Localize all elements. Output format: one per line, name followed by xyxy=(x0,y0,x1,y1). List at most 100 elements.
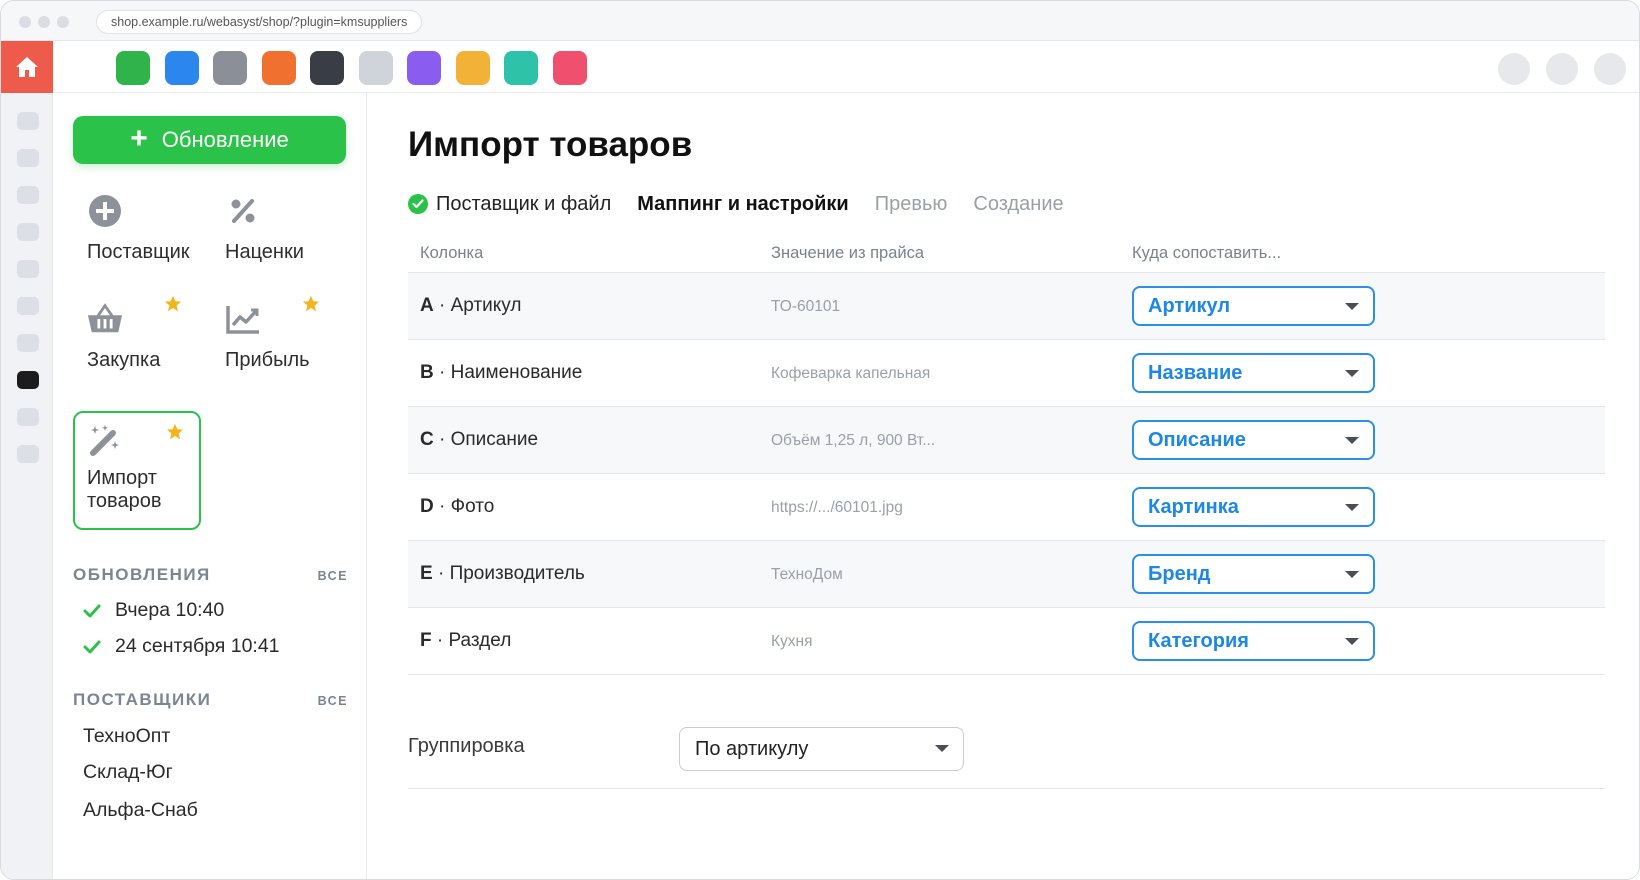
page-title: Импорт товаров xyxy=(408,125,693,164)
step-label: Поставщик и файл xyxy=(436,192,612,215)
tool-purchase[interactable]: Закупка xyxy=(73,301,201,381)
left-rail xyxy=(1,93,53,879)
header-target: Куда сопоставить... xyxy=(1132,244,1282,262)
tool-label: Прибыль xyxy=(225,349,310,371)
notifications-avatar[interactable] xyxy=(1498,53,1530,85)
chevron-down-icon xyxy=(935,745,949,752)
chevron-down-icon xyxy=(1345,504,1359,511)
update-button[interactable]: + Обновление xyxy=(73,116,346,164)
divider xyxy=(408,788,1605,789)
price-value: Объём 1,25 л, 900 Вт... xyxy=(771,432,936,449)
rail-item[interactable] xyxy=(17,334,39,352)
mapping-row: D · Фото https://.../60101.jpg Картинка xyxy=(408,474,1605,541)
column-name: D · Фото xyxy=(420,496,495,517)
target-field-select[interactable]: Бренд xyxy=(1132,554,1375,594)
window-zoom-dot[interactable] xyxy=(57,16,69,28)
target-field-select[interactable]: Картинка xyxy=(1132,487,1375,527)
header-value: Значение из прайса xyxy=(771,244,925,262)
step-mapping[interactable]: Маппинг и настройки xyxy=(637,193,848,216)
rail-item[interactable] xyxy=(17,112,39,130)
basket-icon xyxy=(87,301,123,337)
rail-item[interactable] xyxy=(17,408,39,426)
rail-item[interactable] xyxy=(17,260,39,278)
main-content: Импорт товаров Поставщик и файл Маппинг … xyxy=(367,93,1639,879)
rail-item[interactable] xyxy=(17,445,39,463)
app-tile[interactable] xyxy=(358,51,393,85)
window-minimize-dot[interactable] xyxy=(38,16,50,28)
address-bar[interactable]: shop.example.ru/webasyst/shop/?plugin=km… xyxy=(96,10,423,34)
update-button-label: Обновление xyxy=(161,127,289,152)
chart-icon xyxy=(225,301,261,337)
suppliers-heading: ПОСТАВЩИКИ xyxy=(73,690,212,709)
app-tile[interactable] xyxy=(213,51,247,85)
grouping-select[interactable]: По артикулу xyxy=(679,727,964,771)
chevron-down-icon xyxy=(1345,437,1359,444)
check-icon xyxy=(83,604,101,617)
window-close-dot[interactable] xyxy=(19,16,31,28)
app-tile[interactable] xyxy=(164,51,199,85)
header-column: Колонка xyxy=(420,244,484,262)
step-label: Маппинг и настройки xyxy=(637,192,849,215)
price-value: Кухня xyxy=(771,633,813,650)
step-create[interactable]: Создание xyxy=(973,193,1063,216)
plus-icon: + xyxy=(130,122,148,155)
update-entry[interactable]: 24 сентября 10:41 xyxy=(83,635,280,658)
browser-toolbar: shop.example.ru/webasyst/shop/?plugin=km… xyxy=(1,1,1639,41)
tool-label: Импорт товаров xyxy=(87,467,162,512)
app-tile[interactable] xyxy=(504,51,538,85)
star-icon[interactable] xyxy=(302,295,320,313)
sidebar: + Обновление Поставщик Наценки Закупка П… xyxy=(53,93,367,879)
update-entry-time: 24 сентября 10:41 xyxy=(115,635,280,657)
target-field-select[interactable]: Артикул xyxy=(1132,286,1375,326)
price-value: Кофеварка капельная xyxy=(771,365,931,382)
chevron-down-icon xyxy=(1345,370,1359,377)
supplier-item[interactable]: Склад-Юг xyxy=(83,761,173,784)
price-value: https://.../60101.jpg xyxy=(771,499,903,516)
app-tile[interactable] xyxy=(455,51,490,85)
mapping-row: B · Наименование Кофеварка капельная Наз… xyxy=(408,340,1605,407)
settings-avatar[interactable] xyxy=(1546,53,1578,85)
suppliers-all-link[interactable]: ВСЕ xyxy=(318,694,348,708)
home-button[interactable] xyxy=(1,41,53,93)
price-value: ТО-60101 xyxy=(771,298,841,315)
app-tile[interactable] xyxy=(552,51,587,85)
rail-item[interactable] xyxy=(17,223,39,241)
supplier-item[interactable]: Альфа-Снаб xyxy=(83,799,198,822)
step-preview[interactable]: Превью xyxy=(875,193,948,216)
user-avatar[interactable] xyxy=(1594,53,1626,85)
rail-item[interactable] xyxy=(17,297,39,315)
chevron-down-icon xyxy=(1345,303,1359,310)
supplier-item[interactable]: ТехноОпт xyxy=(83,725,170,748)
add-circle-icon xyxy=(87,193,123,229)
app-tile[interactable] xyxy=(261,51,296,85)
target-field-select[interactable]: Описание xyxy=(1132,420,1375,460)
target-field-select[interactable]: Название xyxy=(1132,353,1375,393)
rail-item[interactable] xyxy=(17,186,39,204)
step-label: Превью xyxy=(874,192,948,215)
tool-label: Закупка xyxy=(87,349,161,371)
tool-markups[interactable]: Наценки xyxy=(211,193,339,273)
step-supplier-file[interactable]: Поставщик и файл xyxy=(408,193,611,216)
tool-profit[interactable]: Прибыль xyxy=(211,301,339,381)
app-tile[interactable] xyxy=(310,51,344,85)
mapping-row: C · Описание Объём 1,25 л, 900 Вт... Опи… xyxy=(408,407,1605,474)
rail-item[interactable] xyxy=(17,149,39,167)
tool-supplier[interactable]: Поставщик xyxy=(73,193,201,273)
step-label: Создание xyxy=(973,192,1064,215)
mapping-table: Колонка Значение из прайса Куда сопостав… xyxy=(408,236,1605,675)
update-entry-time: Вчера 10:40 xyxy=(115,599,225,621)
star-icon[interactable] xyxy=(166,423,184,441)
target-field-select[interactable]: Категория xyxy=(1132,621,1375,661)
updates-all-link[interactable]: ВСЕ xyxy=(318,569,348,583)
updates-heading: ОБНОВЛЕНИЯ xyxy=(73,565,211,584)
tool-import-products[interactable]: Импорт товаров xyxy=(73,411,201,530)
rail-item-active[interactable] xyxy=(17,371,39,389)
app-tile[interactable] xyxy=(116,51,150,85)
star-icon[interactable] xyxy=(164,295,182,313)
magic-wand-icon xyxy=(87,423,123,464)
app-tile[interactable] xyxy=(407,51,441,85)
home-icon xyxy=(16,57,38,77)
percent-icon xyxy=(225,193,261,229)
chevron-down-icon xyxy=(1345,638,1359,645)
update-entry[interactable]: Вчера 10:40 xyxy=(83,599,224,622)
